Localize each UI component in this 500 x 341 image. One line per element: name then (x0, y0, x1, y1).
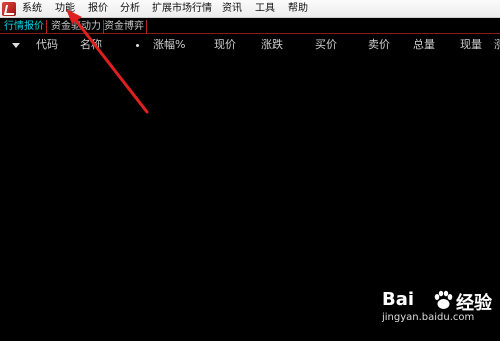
menu-system[interactable]: 系统 (22, 2, 42, 16)
menu-extended-market[interactable]: 扩展市场行情 (152, 2, 212, 16)
col-current-volume[interactable]: 现量 (460, 38, 482, 52)
col-change[interactable]: 涨跌 (261, 38, 283, 52)
col-volume[interactable]: 总量 (413, 38, 435, 52)
col-code[interactable]: 代码 (36, 38, 58, 52)
menu-analysis[interactable]: 分析 (120, 2, 140, 16)
quote-table-header: 代码 名称 涨幅% 现价 涨跌 买价 卖价 总量 现量 涨 (0, 36, 500, 54)
col-name[interactable]: 名称 (80, 38, 102, 52)
column-marker-dot-icon (136, 44, 139, 47)
tab-market-quotes[interactable]: 行情报价 (2, 20, 47, 34)
watermark-url: jingyan.baidu.com (382, 312, 475, 323)
col-change-pct[interactable]: 涨幅% (153, 38, 185, 52)
watermark-logo-left: Bai (382, 289, 415, 310)
menu-function[interactable]: 功能 (55, 2, 75, 16)
col-ask[interactable]: 卖价 (368, 38, 390, 52)
menu-bar: 系统 功能 报价 分析 扩展市场行情 资讯 工具 帮助 (0, 0, 500, 18)
menu-quote[interactable]: 报价 (88, 2, 108, 16)
sort-caret-icon[interactable] (12, 43, 20, 48)
col-more[interactable]: 涨 (494, 38, 500, 52)
menu-tools[interactable]: 工具 (255, 2, 275, 16)
app-logo-icon[interactable] (2, 2, 16, 16)
menu-news[interactable]: 资讯 (222, 2, 242, 16)
col-bid[interactable]: 买价 (315, 38, 337, 52)
paw-logo-icon (434, 290, 453, 309)
tab-capital-drive[interactable]: 资金驱动力 (49, 20, 104, 34)
col-price[interactable]: 现价 (214, 38, 236, 52)
tab-bar: 行情报价 资金驱动力 资金博弈 (0, 19, 500, 34)
menu-help[interactable]: 帮助 (288, 2, 308, 16)
tab-capital-game[interactable]: 资金博弈 (102, 20, 147, 34)
baidu-jingyan-watermark: Bai 经验 jingyan.baidu.com (382, 289, 500, 341)
